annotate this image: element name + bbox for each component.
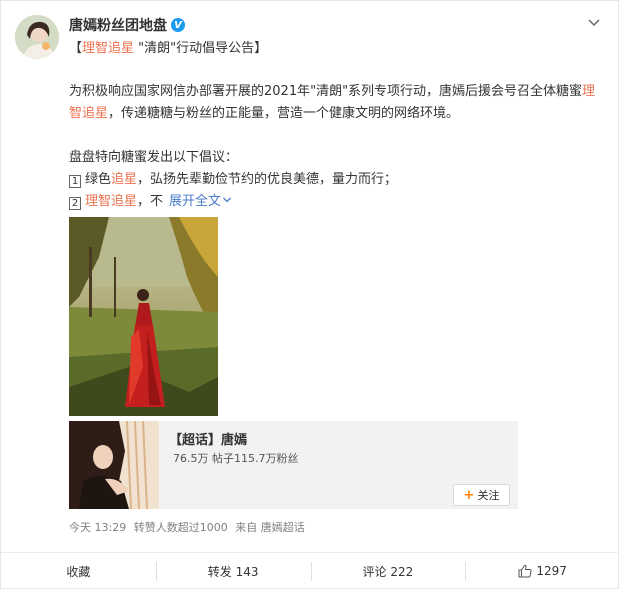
comment-button[interactable]: 评论 222 [310, 553, 466, 589]
post-meta: 今天 13:29 转赞人数超过1000 来自 唐嫣超话 [69, 519, 309, 535]
comment-label[interactable]: 评论 222 [363, 563, 414, 580]
post-menu-chevron-icon[interactable] [586, 15, 602, 31]
repost-label[interactable]: 转发 143 [208, 563, 259, 580]
author-name[interactable]: 唐嫣粉丝团地盘 V [69, 15, 185, 35]
item-2-text: ，不 [137, 194, 164, 209]
chevron-down-icon [223, 197, 232, 203]
headline-bracket-close: 】 [254, 41, 268, 56]
super-topic-card[interactable]: 【超话】唐嫣 76.5万 帖子115.7万粉丝 + 关注 [69, 421, 518, 509]
headline-bracket-open: 【 [69, 41, 83, 56]
item-2-topic-tag[interactable]: 理智追星 [85, 194, 137, 209]
paragraph-1: 为积极响应国家网信办部署开展的2021年"清朗"系列专项行动，唐嫣后援会号召全体… [69, 81, 604, 125]
item-2-number-icon: 2 [69, 197, 81, 210]
like-count[interactable]: 1297 [536, 564, 567, 578]
repost-button[interactable]: 转发 143 [155, 553, 311, 589]
thumbs-up-icon [518, 564, 532, 578]
plus-icon: + [463, 487, 475, 503]
post-time[interactable]: 今天 13:29 [69, 521, 126, 534]
like-button[interactable]: 1297 [465, 553, 619, 589]
favorite-button[interactable]: 收藏 [1, 553, 156, 589]
expand-full-text-link[interactable]: 展开全文 [169, 194, 232, 209]
post-photo[interactable] [69, 217, 218, 416]
post-headline: 【理智追星 "清朗"行动倡导公告】 [69, 37, 267, 56]
headline-topic-tag[interactable]: 理智追星 [82, 41, 134, 56]
super-topic-stats: 76.5万 帖子115.7万粉丝 [173, 452, 299, 465]
super-topic-title[interactable]: 【超话】唐嫣 [169, 429, 247, 448]
item-1-number-icon: 1 [69, 175, 81, 188]
post-source[interactable]: 来自 唐嫣超话 [235, 521, 305, 534]
post-content: 为积极响应国家网信办部署开展的2021年"清朗"系列专项行动，唐嫣后援会号召全体… [69, 81, 604, 213]
favorite-label[interactable]: 收藏 [66, 563, 90, 580]
super-topic-thumbnail [69, 421, 159, 509]
author-name-text[interactable]: 唐嫣粉丝团地盘 [69, 15, 167, 35]
follow-button[interactable]: + 关注 [453, 484, 510, 506]
item-1-text-a: 绿色 [85, 172, 112, 187]
paragraph-2: 盘盘特向糖蜜发出以下倡议： [69, 150, 239, 165]
author-avatar[interactable] [15, 15, 59, 59]
paragraph-1-text-b: ，传递糖糖与粉丝的正能量，营造一个健康文明的网络环境。 [108, 106, 460, 121]
headline-text: "清朗"行动倡导公告 [134, 41, 255, 56]
item-1-text-b: ，弘扬先辈勤俭节约的优良美德，量力而行； [137, 172, 398, 187]
expand-label[interactable]: 展开全文 [169, 194, 221, 209]
follow-label[interactable]: 关注 [477, 487, 499, 503]
proposal-item-2: 2 理智追星，不 展开全文 [69, 191, 604, 213]
proposal-item-1: 1 绿色追星，弘扬先辈勤俭节约的优良美德，量力而行； [69, 169, 604, 191]
paragraph-1-text-a: 为积极响应国家网信办部署开展的2021年"清朗"系列专项行动，唐嫣后援会号召全体… [69, 84, 583, 99]
item-1-topic-tag[interactable]: 追星 [111, 172, 137, 187]
weibo-post-card: 唐嫣粉丝团地盘 V 【理智追星 "清朗"行动倡导公告】 为积极响应国家网信办部署… [0, 0, 619, 589]
repost-note: 转赞人数超过1000 [133, 521, 228, 534]
post-actions-bar: 收藏 转发 143 评论 222 1297 [1, 552, 619, 589]
verified-icon: V [171, 18, 185, 32]
